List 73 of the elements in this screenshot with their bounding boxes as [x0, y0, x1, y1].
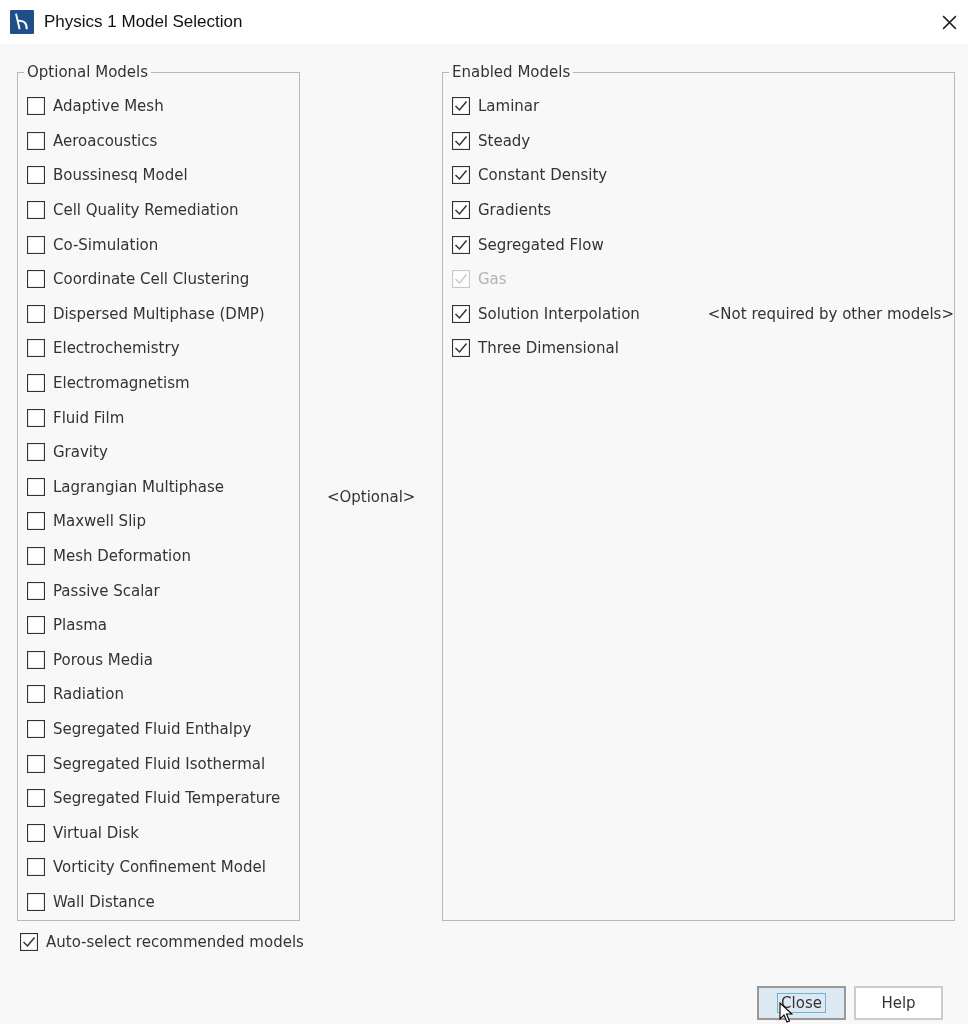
checkbox[interactable]: [27, 581, 45, 600]
checkbox[interactable]: [27, 823, 45, 842]
checked-checkbox[interactable]: [20, 933, 38, 952]
checkbox[interactable]: [27, 685, 45, 704]
checkbox[interactable]: [27, 97, 45, 116]
checkbox-label: Vorticity Confinement Model: [53, 858, 266, 877]
checked-checkbox[interactable]: [452, 97, 470, 116]
checkbox[interactable]: [27, 235, 45, 254]
checkbox[interactable]: [27, 408, 45, 427]
checkbox-label: Steady: [478, 131, 532, 150]
checked-checkbox[interactable]: [452, 201, 470, 220]
checkbox[interactable]: [27, 304, 45, 323]
window-title: Physics 1 Model Selection: [44, 12, 244, 32]
checkbox[interactable]: [27, 131, 45, 150]
checkbox-label: Wall Distance: [53, 892, 155, 911]
checkbox-label: Adaptive Mesh: [53, 97, 164, 116]
checkbox-label: Lagrangian Multiphase: [53, 477, 225, 496]
checkbox-label: Gravity: [53, 443, 108, 462]
dialog-button[interactable]: Help: [854, 985, 943, 1020]
checkbox[interactable]: [27, 789, 45, 808]
checkbox-label: Segregated Flow: [478, 235, 605, 254]
checkbox[interactable]: [27, 720, 45, 738]
checkbox[interactable]: [27, 270, 45, 289]
group-title: Optional Models: [24, 63, 152, 81]
checked-checkbox[interactable]: [452, 304, 470, 323]
checked-checkbox[interactable]: [452, 339, 470, 358]
checkbox[interactable]: [27, 374, 45, 393]
checkbox-label: Porous Media: [53, 650, 153, 669]
checkbox-label: Plasma: [53, 616, 108, 635]
checkbox[interactable]: [27, 339, 45, 358]
description-text: <Optional>: [326, 487, 416, 506]
checkbox-label: Segregated Fluid Isothermal: [53, 754, 266, 773]
checkbox-label: Virtual Disk: [53, 823, 139, 842]
checkbox-label: Aeroacoustics: [53, 131, 158, 150]
app-logo-icon: [10, 10, 34, 34]
checkbox[interactable]: [27, 166, 45, 185]
checkbox-label: Co-Simulation: [53, 235, 159, 254]
checkbox-label: Constant Density: [478, 166, 609, 185]
checked-checkbox[interactable]: [452, 235, 470, 254]
checkbox-label: Laminar: [478, 97, 541, 116]
checkbox[interactable]: [27, 650, 45, 669]
checkbox-label: Fluid Film: [53, 408, 125, 427]
checkbox-label: Segregated Fluid Enthalpy: [53, 720, 252, 738]
checkbox-label: Segregated Fluid Temperature: [53, 789, 281, 808]
checkbox[interactable]: [27, 754, 45, 773]
checkbox[interactable]: [27, 477, 45, 496]
checkbox[interactable]: [27, 892, 45, 911]
checkbox-label: Gas: [478, 270, 508, 289]
checkbox[interactable]: [27, 443, 45, 462]
checkbox[interactable]: [27, 201, 45, 220]
checkbox[interactable]: [27, 512, 45, 531]
checked-checkbox[interactable]: [452, 166, 470, 185]
checkbox[interactable]: [27, 858, 45, 877]
checkbox[interactable]: [27, 616, 45, 635]
dialog-button[interactable]: Close: [757, 985, 846, 1020]
checkbox-label: Dispersed Multiphase (DMP): [53, 304, 265, 323]
checkbox-label: Three Dimensional: [478, 339, 620, 358]
close-icon[interactable]: [941, 13, 958, 31]
checkbox-label: Maxwell Slip: [53, 512, 146, 531]
checkbox-label: Passive Scalar: [53, 581, 160, 600]
checkbox-label: Gradients: [478, 201, 553, 220]
checked-checkbox[interactable]: [452, 131, 470, 150]
checkbox-label: Radiation: [53, 685, 124, 704]
checkbox-label: Auto-select recommended models: [46, 933, 304, 952]
checkbox-label: Coordinate Cell Clustering: [53, 270, 250, 289]
checkbox-label: Boussinesq Model: [53, 166, 188, 185]
checkbox-label: Mesh Deformation: [53, 547, 191, 565]
note-text: <Not required by other models>: [707, 304, 954, 323]
checkbox-label: Electromagnetism: [53, 374, 190, 393]
checkbox[interactable]: [27, 547, 45, 565]
checkbox-label: Cell Quality Remediation: [53, 201, 239, 220]
checkbox-label: Electrochemistry: [53, 339, 180, 358]
checkbox-label: Solution Interpolation: [478, 304, 641, 323]
